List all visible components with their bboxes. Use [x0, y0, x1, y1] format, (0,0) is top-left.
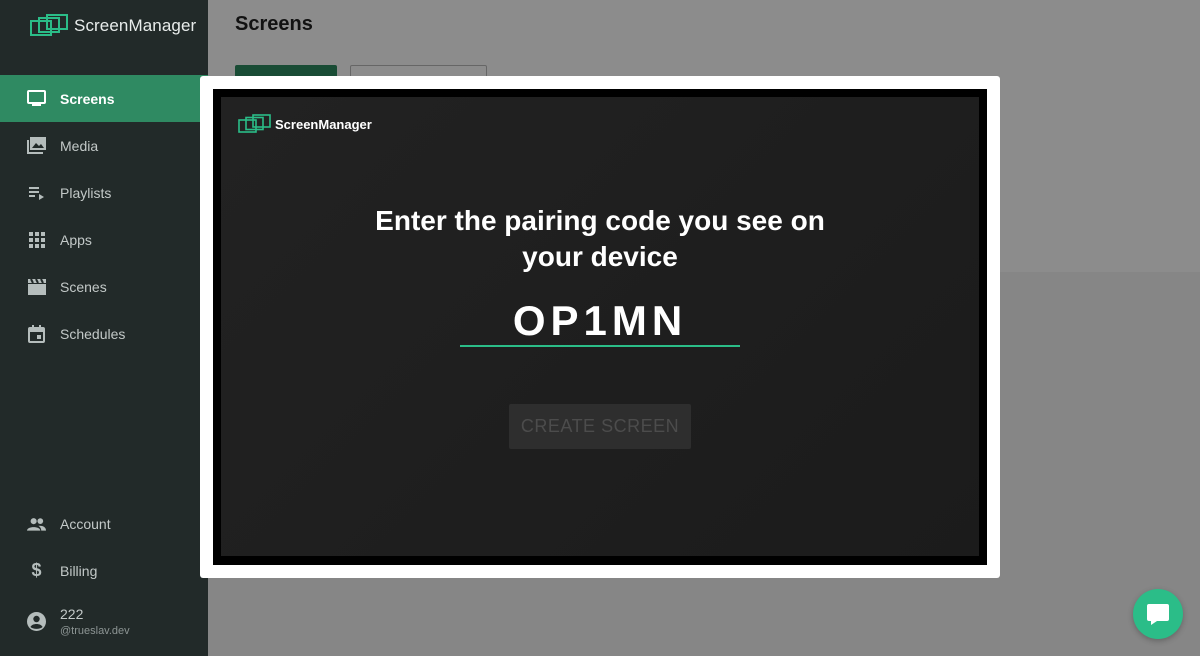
screens-logo-icon [30, 14, 68, 36]
apps-grid-icon [27, 230, 46, 249]
screens-logo-icon [238, 114, 271, 133]
headline-line-2: your device [522, 241, 678, 272]
photo-library-icon [27, 136, 46, 155]
chat-bubble-icon [1147, 604, 1169, 625]
sidebar-item-label: Playlists [60, 184, 112, 201]
device-preview-frame: ScreenManager Enter the pairing code you… [213, 89, 987, 565]
dollar-icon: $ [31, 560, 42, 580]
sidebar-nav: Screens Media Playlists Apps Scenes Sche… [0, 75, 208, 357]
sidebar-item-screens[interactable]: Screens [0, 75, 208, 122]
pairing-headline: Enter the pairing code you see on your d… [221, 203, 979, 275]
sidebar: ScreenManager Screens Media Playlists Ap… [0, 0, 208, 656]
calendar-icon [27, 324, 46, 343]
create-screen-button[interactable]: CREATE SCREEN [509, 404, 691, 449]
tv-icon [27, 89, 46, 108]
pairing-code-field [460, 297, 740, 351]
clapperboard-icon [27, 277, 46, 296]
sidebar-item-label: Billing [60, 562, 98, 579]
sidebar-item-label: Screens [60, 90, 115, 107]
screen-logo: ScreenManager [238, 114, 372, 134]
sidebar-item-apps[interactable]: Apps [0, 216, 208, 263]
account-circle-icon [27, 612, 46, 631]
sidebar-item-schedules[interactable]: Schedules [0, 310, 208, 357]
chat-button[interactable] [1133, 589, 1183, 639]
headline-line-1: Enter the pairing code you see on [375, 205, 825, 236]
sidebar-item-billing[interactable]: $ Billing [0, 547, 208, 594]
device-screen: ScreenManager Enter the pairing code you… [221, 97, 979, 556]
playlist-icon [27, 183, 46, 202]
sidebar-item-playlists[interactable]: Playlists [0, 169, 208, 216]
sidebar-item-label: Scenes [60, 278, 107, 295]
pairing-modal: ScreenManager Enter the pairing code you… [200, 76, 1000, 578]
sidebar-item-label: Schedules [60, 325, 126, 342]
sidebar-item-label: Apps [60, 231, 92, 248]
pairing-code-input[interactable] [460, 297, 740, 347]
screen-logo-text: ScreenManager [275, 116, 372, 132]
app-name: ScreenManager [74, 16, 197, 35]
user-handle: @trueslav.dev [60, 625, 130, 637]
user-profile[interactable]: 222 @trueslav.dev [27, 606, 130, 637]
people-icon [27, 514, 46, 533]
sidebar-item-media[interactable]: Media [0, 122, 208, 169]
user-name: 222 [60, 606, 84, 622]
sidebar-item-scenes[interactable]: Scenes [0, 263, 208, 310]
sidebar-item-label: Account [60, 515, 111, 532]
sidebar-item-account[interactable]: Account [0, 500, 208, 547]
app-logo[interactable]: ScreenManager [30, 14, 196, 38]
sidebar-bottom-nav: Account $ Billing [0, 500, 208, 594]
sidebar-item-label: Media [60, 137, 99, 154]
